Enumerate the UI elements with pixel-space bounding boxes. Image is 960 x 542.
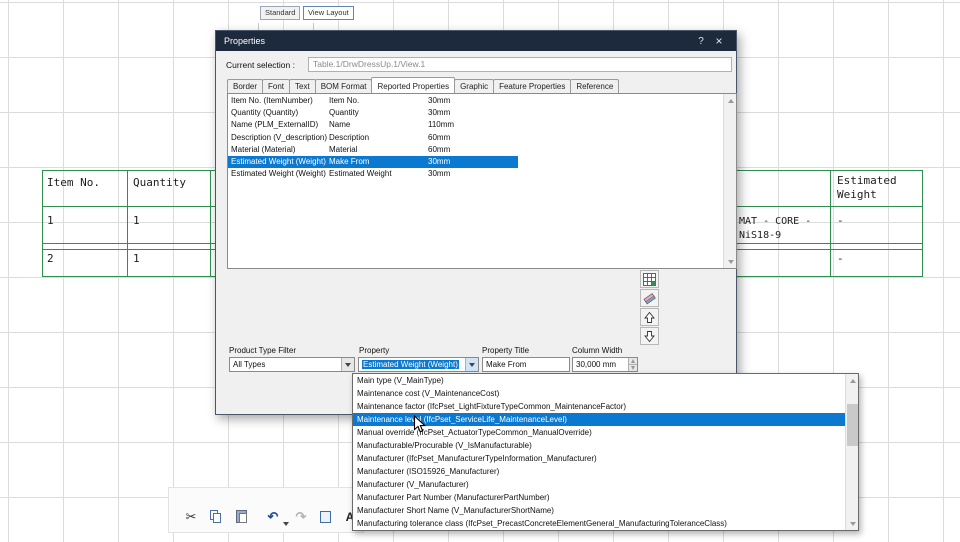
tab-border[interactable]: Border [227, 79, 264, 93]
bom-col-header-item: Item No. [47, 176, 100, 189]
tab-font[interactable]: Font [262, 79, 291, 93]
list-scrollbar[interactable] [723, 94, 736, 268]
dialog-title: Properties [224, 36, 266, 46]
bom-cell: 1 [133, 214, 140, 227]
tab-standard[interactable]: Standard [260, 6, 301, 20]
bom-cell: 1 [47, 214, 54, 227]
table-line [922, 170, 923, 277]
table-line [210, 170, 211, 277]
dropdown-item-highlighted[interactable]: Maintenance level (IfcPset_ServiceLife_M… [353, 413, 845, 426]
properties-dialog: Properties ? × Current selection : Table… [215, 30, 737, 415]
paste-icon[interactable] [233, 508, 251, 526]
property-dropdown-list: Main type (V_MainType) Maintenance cost … [352, 373, 859, 531]
scrollbar-thumb[interactable] [847, 404, 858, 446]
dropdown-item[interactable]: Maintenance cost (V_MaintenanceCost) [353, 387, 845, 400]
dropdown-item[interactable]: Manufacturer Short Name (V_ManufacturerS… [353, 504, 845, 517]
bom-cell: - [837, 214, 844, 227]
dropdown-item[interactable]: Manufacturable/Procurable (V_IsManufactu… [353, 439, 845, 452]
table-line [42, 170, 43, 277]
undo-icon[interactable]: ↶ [264, 508, 282, 526]
reported-properties-list: Item No. (ItemNumber) Item No. 30mm Quanti… [227, 93, 737, 269]
dropdown-item[interactable]: Manufacturer (ISO15926_Manufacturer) [353, 465, 845, 478]
bom-col-header-weight: Estimated [837, 174, 897, 187]
dialog-tab-strip: Border Font Text BOM Format Reported Pro… [227, 75, 620, 93]
chevron-down-icon[interactable] [341, 358, 354, 371]
dropdown-item[interactable]: Maintenance factor (IfcPset_LightFixture… [353, 400, 845, 413]
undo-history-chevron-down-icon[interactable] [283, 522, 289, 526]
document-tool-icon[interactable] [317, 508, 335, 526]
list-action-buttons [640, 270, 660, 346]
scroll-up-icon[interactable] [724, 94, 737, 107]
bom-cell: 1 [133, 252, 140, 265]
dropdown-item[interactable]: Main type (V_MainType) [353, 374, 845, 387]
tab-text[interactable]: Text [289, 79, 316, 93]
property-row[interactable]: Quantity (Quantity) Quantity 30mm [228, 107, 723, 119]
copy-page-front-icon [213, 513, 221, 523]
eraser-icon [643, 292, 656, 304]
insert-property-button[interactable] [640, 270, 659, 288]
tab-feature-properties[interactable]: Feature Properties [493, 79, 572, 93]
scroll-down-icon[interactable] [846, 517, 859, 530]
property-row-selected[interactable]: Estimated Weight (Weight) Make From 30mm [228, 155, 723, 169]
bom-col-header-weight: Weight [837, 188, 877, 201]
product-type-filter-label: Product Type Filter [229, 346, 296, 355]
property-row[interactable]: Description (V_description) Description 60… [228, 132, 723, 144]
chevron-down-icon[interactable] [465, 358, 478, 371]
column-width-spinner[interactable]: 30,000 mm [572, 357, 638, 372]
property-row[interactable]: Material (Material) Material 60mm [228, 144, 723, 156]
property-combobox[interactable]: Estimated Weight (Weight) [358, 357, 479, 372]
blue-document-icon [320, 511, 331, 523]
arrow-down-icon [644, 330, 655, 342]
tab-bom-format[interactable]: BOM Format [314, 79, 373, 93]
tab-graphic[interactable]: Graphic [454, 79, 495, 93]
bom-cell: - [837, 252, 844, 265]
close-button[interactable]: × [710, 31, 728, 51]
remove-property-button[interactable] [640, 289, 659, 307]
move-down-button[interactable] [640, 327, 659, 345]
scroll-down-icon[interactable] [724, 255, 737, 268]
table-line [830, 170, 831, 277]
tab-reported-properties[interactable]: Reported Properties [371, 77, 456, 93]
mouse-cursor [413, 415, 426, 433]
bom-material-text: MAT - CORE - [739, 216, 812, 227]
dropdown-items: Main type (V_MainType) Maintenance cost … [353, 374, 845, 530]
bom-cell: 2 [47, 252, 54, 265]
property-title-label: Property Title [482, 346, 530, 355]
redo-icon[interactable]: ↷ [292, 508, 310, 526]
property-title-input[interactable]: Make From [482, 357, 570, 372]
bom-material-text: NiS18-9 [739, 230, 782, 241]
current-selection-label: Current selection : [226, 60, 295, 70]
move-up-button[interactable] [640, 308, 659, 326]
table-insert-icon [643, 272, 656, 286]
spinner-down-icon[interactable] [629, 364, 637, 371]
tab-reference[interactable]: Reference [570, 79, 620, 93]
property-row[interactable]: Estimated Weight (Weight) Estimated Weigh… [228, 168, 723, 180]
dialog-titlebar[interactable]: Properties ? × [216, 31, 736, 51]
selected-property-text: Estimated Weight (Weight) [362, 360, 459, 369]
dropdown-item[interactable]: Manufacturer (V_Manufacturer) [353, 478, 845, 491]
cut-icon[interactable]: ✂ [182, 508, 200, 526]
product-type-filter-combobox[interactable]: All Types [229, 357, 355, 372]
dropdown-item[interactable]: Manual override (IfcPset_ActuatorTypeCom… [353, 426, 845, 439]
current-selection-value: Table.1/DrwDressUp.1/View.1 [313, 59, 426, 69]
bom-col-header-quantity: Quantity [133, 176, 186, 189]
property-rows: Item No. (ItemNumber) Item No. 30mm Quanti… [228, 95, 723, 180]
column-width-label: Column Width [572, 346, 623, 355]
dropdown-item[interactable]: Manufacturer (IfcPset_ManufacturerTypeIn… [353, 452, 845, 465]
property-label: Property [359, 346, 390, 355]
dropdown-scrollbar[interactable] [845, 374, 858, 530]
property-row[interactable]: Name (PLM_ExternalID) Name 110mm [228, 119, 723, 131]
current-selection-field[interactable]: Table.1/DrwDressUp.1/View.1 [308, 57, 732, 72]
dropdown-item[interactable]: Manufacturer Part Number (ManufacturerPa… [353, 491, 845, 504]
dropdown-item[interactable]: Manufacturing tolerance class (IfcPset_P… [353, 517, 845, 530]
clipboard-page-icon [239, 513, 247, 523]
property-row[interactable]: Item No. (ItemNumber) Item No. 30mm [228, 95, 723, 107]
copy-icon[interactable] [207, 508, 225, 526]
scroll-up-icon[interactable] [846, 374, 859, 387]
tab-view-layout[interactable]: View Layout [303, 6, 354, 20]
help-button[interactable]: ? [692, 31, 710, 51]
table-line [127, 170, 128, 277]
arrow-up-icon [644, 311, 655, 323]
